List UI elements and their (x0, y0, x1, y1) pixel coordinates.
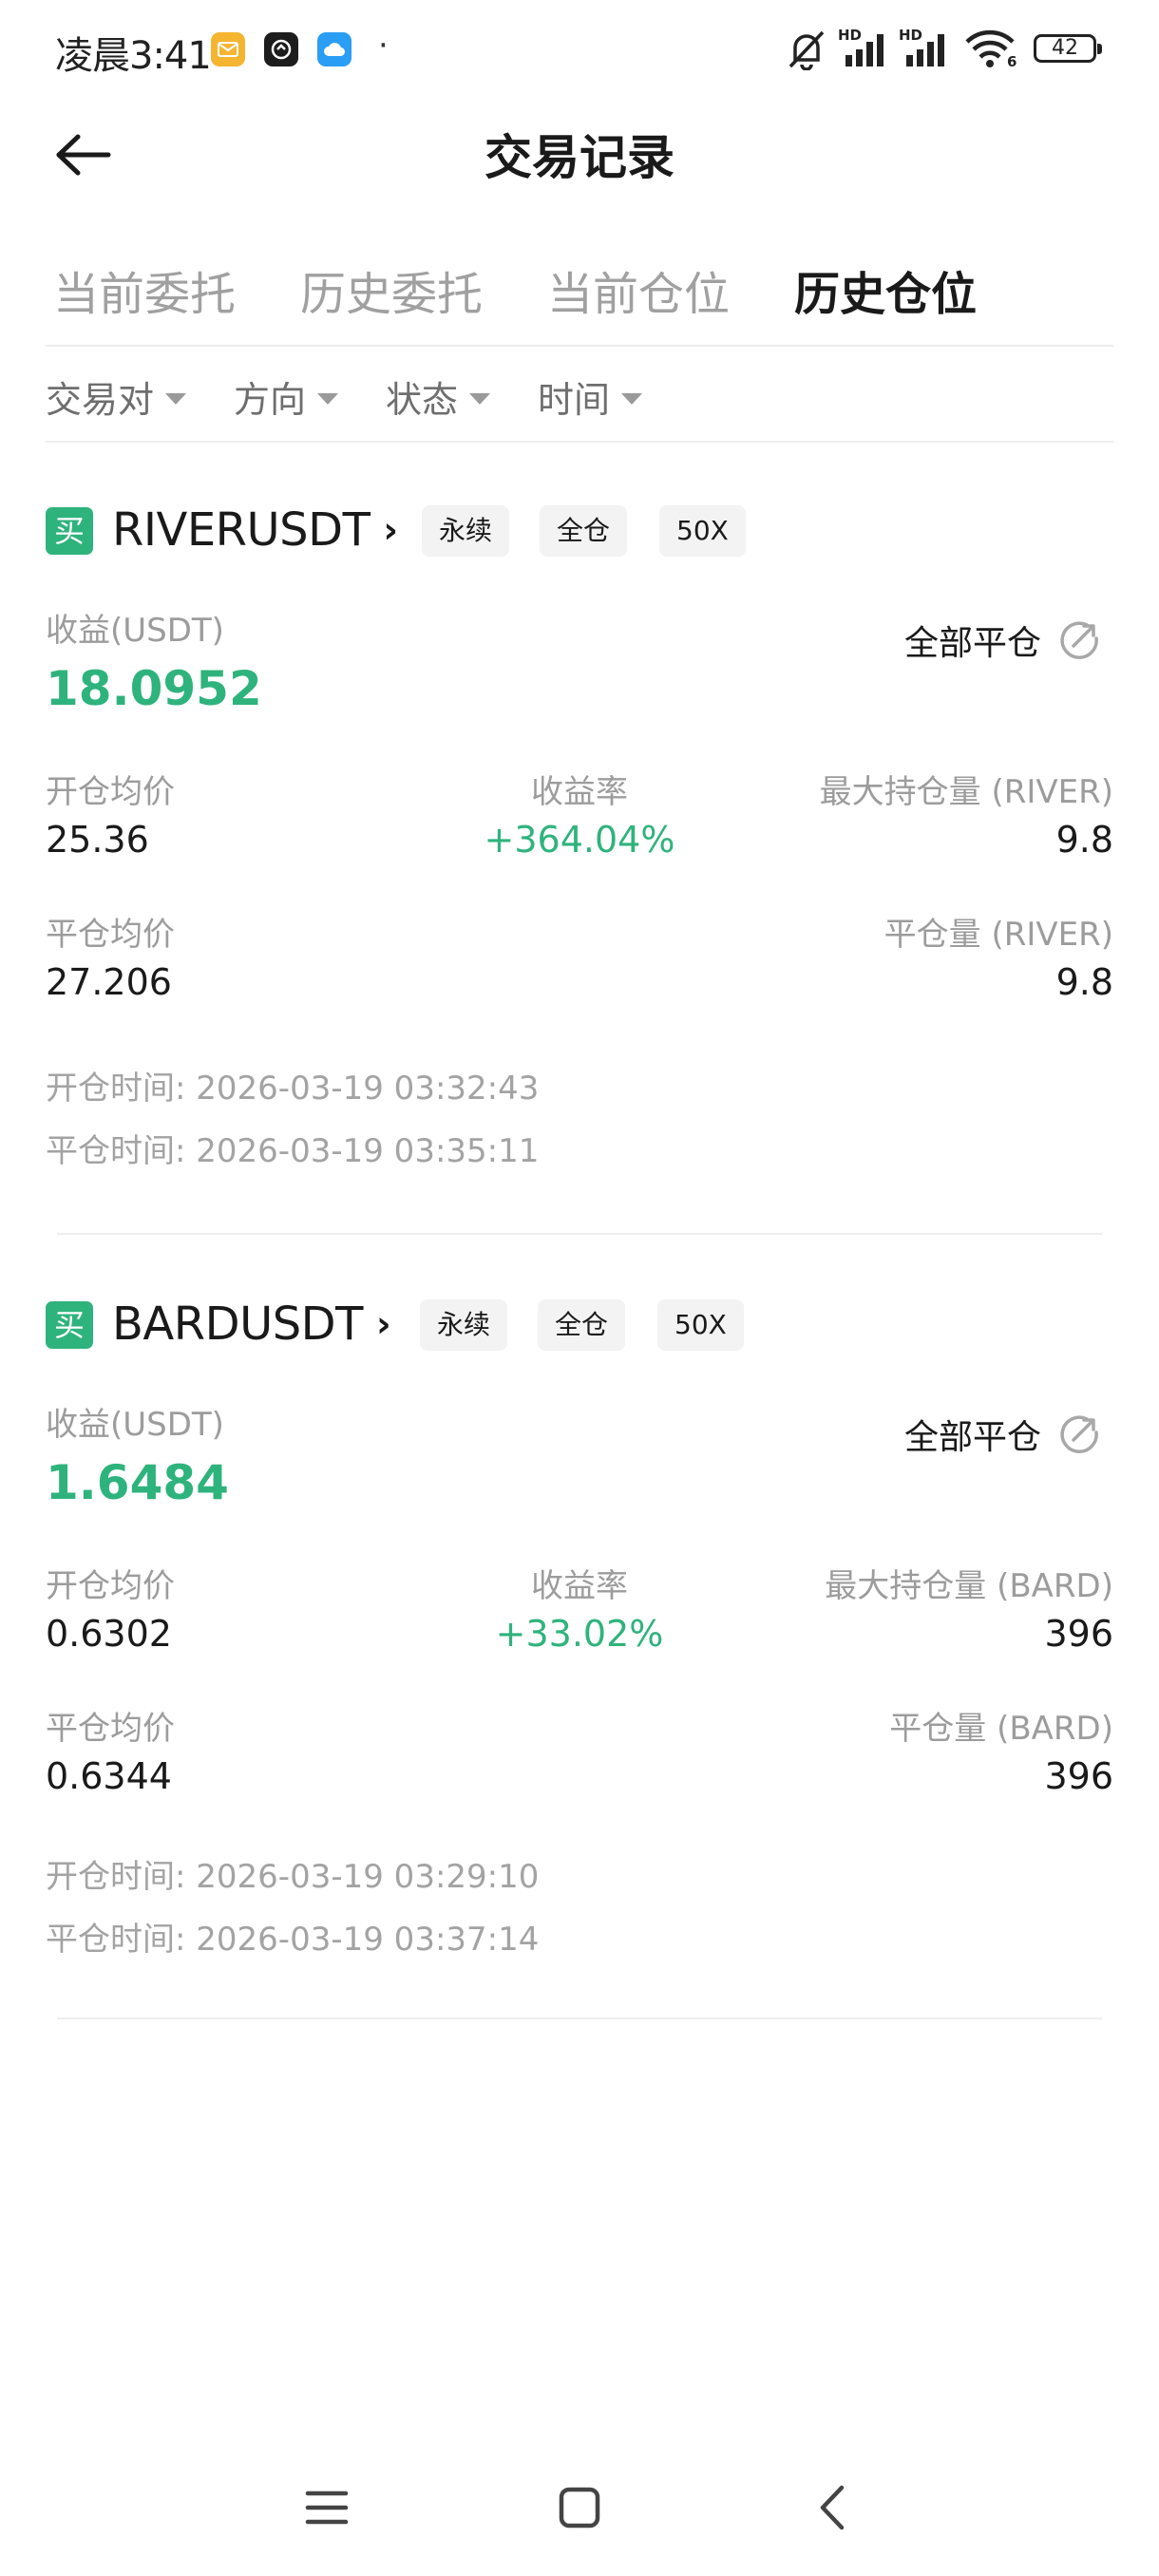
filters-divider (46, 441, 1113, 443)
share-icon (1060, 1415, 1098, 1453)
symbol-name: RIVERUSDT (112, 503, 370, 557)
menu-icon (305, 2491, 349, 2525)
close-time-row: 平仓时间: 2026-03-19 03:35:11 (46, 1125, 539, 1171)
open-avg-label: 开仓均价 (46, 1567, 175, 1605)
tag-margin-mode: 全仓 (538, 1299, 626, 1351)
open-avg-value: 25.36 (46, 819, 149, 861)
close-qty-label: 平仓量 (RIVER) (884, 916, 1113, 954)
card-divider (57, 2017, 1102, 2019)
close-time-value: 2026-03-19 03:37:14 (196, 1921, 540, 1959)
profit-value: 18.0952 (46, 661, 262, 716)
open-time-value: 2026-03-19 03:29:10 (196, 1858, 540, 1896)
chevron-right-icon: › (383, 509, 398, 551)
close-avg-value: 27.206 (46, 961, 172, 1003)
open-time-row: 开仓时间: 2026-03-19 03:29:10 (46, 1850, 539, 1897)
close-time-value: 2026-03-19 03:35:11 (196, 1132, 540, 1170)
close-time-row: 平仓时间: 2026-03-19 03:37:14 (46, 1913, 539, 1960)
tag-perpetual: 永续 (420, 1299, 508, 1351)
home-button[interactable] (542, 2470, 618, 2546)
tabs-divider (46, 345, 1113, 347)
tab-current-orders[interactable]: 当前委托 (53, 256, 236, 323)
open-avg-label: 开仓均价 (46, 773, 175, 811)
nav-back-icon (820, 2485, 845, 2530)
signal-icon-1: HD (838, 27, 895, 74)
profit-label: 收益(USDT) (46, 1406, 224, 1444)
filter-label: 交易对 (46, 379, 155, 421)
cloud-app-icon (317, 32, 352, 66)
close-all-label: 全部平仓 (903, 624, 1041, 663)
share-icon (1060, 621, 1098, 659)
close-all-label: 全部平仓 (903, 1418, 1041, 1457)
caret-down-icon (165, 392, 187, 405)
notification-dot: · (378, 27, 389, 65)
filter-trading-pair[interactable]: 交易对 (46, 370, 187, 423)
buy-badge: 买 (46, 1301, 93, 1349)
close-qty-label: 平仓量 (BARD) (889, 1710, 1113, 1748)
max-position-label: 最大持仓量 (RIVER) (819, 773, 1113, 811)
max-position-value: 396 (1044, 1613, 1113, 1655)
nav-back-button[interactable] (794, 2470, 870, 2546)
caret-down-icon (469, 392, 491, 405)
open-time-label: 开仓时间: (46, 1858, 186, 1896)
close-avg-label: 平仓均价 (46, 1710, 175, 1748)
max-position-label: 最大持仓量 (BARD) (825, 1567, 1113, 1605)
signal-icon-2: HD (899, 27, 956, 74)
tag-leverage: 50X (657, 1299, 744, 1351)
roi-label: 收益率 (531, 1567, 628, 1605)
tab-position-history[interactable]: 历史仓位 (794, 256, 977, 323)
page-title: 交易记录 (484, 130, 674, 185)
close-all-button[interactable]: 全部平仓 (904, 616, 1100, 665)
caret-down-icon (621, 392, 643, 405)
filter-label: 方向 (234, 379, 307, 421)
home-icon (559, 2487, 600, 2529)
chat-app-icon (264, 32, 298, 66)
wifi-icon: 6 (963, 28, 1016, 72)
roi-label: 收益率 (531, 773, 628, 811)
close-qty-value: 396 (1044, 1755, 1113, 1797)
close-all-button[interactable]: 全部平仓 (904, 1410, 1100, 1459)
tab-order-history[interactable]: 历史委托 (300, 256, 483, 323)
status-time: 凌晨3:41 (55, 34, 212, 78)
open-time-label: 开仓时间: (46, 1070, 186, 1108)
battery-indicator: 42 (1034, 34, 1102, 63)
close-qty-value: 9.8 (1055, 961, 1113, 1003)
chevron-right-icon: › (375, 1303, 391, 1345)
filter-status[interactable]: 状态 (386, 370, 491, 423)
close-avg-value: 0.6344 (46, 1755, 172, 1797)
tag-leverage: 50X (659, 505, 746, 557)
mail-app-icon (211, 32, 245, 66)
max-position-value: 9.8 (1055, 819, 1113, 861)
filter-label: 状态 (386, 379, 459, 421)
symbol-link[interactable]: RIVERUSDT › (112, 503, 398, 557)
symbol-link[interactable]: BARDUSDT › (112, 1297, 391, 1351)
close-time-label: 平仓时间: (46, 1921, 186, 1959)
tag-perpetual: 永续 (422, 505, 510, 557)
close-time-label: 平仓时间: (46, 1132, 186, 1170)
mute-bell-icon (787, 28, 826, 74)
menu-button[interactable] (289, 2470, 365, 2546)
open-time-row: 开仓时间: 2026-03-19 03:32:43 (46, 1062, 539, 1108)
open-avg-value: 0.6302 (46, 1613, 172, 1655)
open-time-value: 2026-03-19 03:32:43 (196, 1070, 540, 1108)
tab-current-positions[interactable]: 当前仓位 (547, 256, 730, 323)
symbol-name: BARDUSDT (112, 1297, 363, 1351)
filter-time[interactable]: 时间 (538, 370, 643, 423)
filter-label: 时间 (538, 379, 611, 421)
caret-down-icon (317, 392, 339, 405)
roi-value: +364.04% (484, 819, 675, 861)
filter-direction[interactable]: 方向 (234, 370, 339, 423)
roi-value: +33.02% (495, 1613, 664, 1655)
buy-badge: 买 (46, 507, 93, 555)
tag-margin-mode: 全仓 (540, 505, 628, 557)
close-avg-label: 平仓均价 (46, 916, 175, 954)
profit-value: 1.6484 (46, 1455, 229, 1510)
profit-label: 收益(USDT) (46, 612, 224, 650)
card-divider (57, 1233, 1102, 1235)
